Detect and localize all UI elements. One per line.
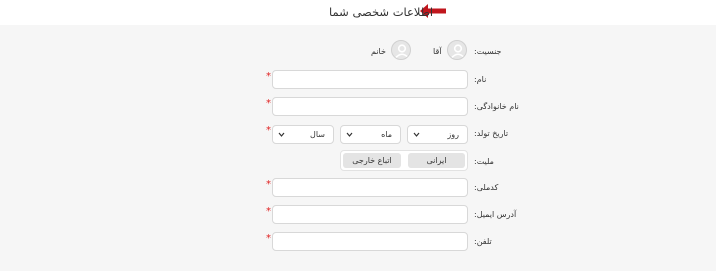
required-marker: *: [266, 98, 271, 109]
personal-info-form: جنسیت: آقا خانم نام: * نام خانوادگی: * ت…: [0, 25, 716, 271]
email-label: آدرس ایمیل:: [474, 210, 517, 219]
chevron-down-icon: [413, 132, 420, 137]
nationality-foreign-button[interactable]: اتباع خارجی: [343, 153, 401, 168]
birth-year-select[interactable]: سال: [272, 125, 334, 144]
nationality-iranian-button[interactable]: ایرانی: [408, 153, 465, 168]
gender-option-female[interactable]: خانم: [369, 40, 413, 62]
nationality-label: ملیت:: [474, 157, 494, 166]
required-marker: *: [266, 71, 271, 82]
last-name-label: نام خانوادگی:: [474, 102, 519, 111]
required-marker: *: [266, 125, 271, 136]
birth-day-select[interactable]: روز: [407, 125, 468, 144]
national-code-input[interactable]: [272, 178, 468, 197]
user-avatar-icon: [447, 40, 467, 60]
gender-option-male[interactable]: آقا: [430, 40, 472, 62]
chevron-down-icon: [278, 132, 285, 137]
birth-day-value: روز: [447, 130, 459, 139]
page-header: اطلاعات شخصی شما: [0, 0, 716, 25]
birth-month-select[interactable]: ماه: [340, 125, 401, 144]
phone-label: تلفن:: [474, 237, 492, 246]
chevron-down-icon: [346, 132, 353, 137]
birth-date-label: تاریخ تولد:: [474, 129, 509, 138]
first-name-input[interactable]: [272, 70, 468, 89]
page-title: اطلاعات شخصی شما: [329, 5, 434, 19]
national-code-label: کدملی:: [474, 183, 499, 192]
gender-label: جنسیت:: [474, 47, 502, 56]
phone-input[interactable]: [272, 232, 468, 251]
birth-year-value: سال: [310, 130, 325, 139]
gender-option-label: آقا: [433, 47, 442, 56]
email-input[interactable]: [272, 205, 468, 224]
birth-month-value: ماه: [381, 130, 392, 139]
nationality-toggle: ایرانی اتباع خارجی: [340, 150, 468, 171]
required-marker: *: [266, 233, 271, 244]
required-marker: *: [266, 206, 271, 217]
required-marker: *: [266, 179, 271, 190]
user-avatar-icon: [391, 40, 411, 60]
last-name-input[interactable]: [272, 97, 468, 116]
first-name-label: نام:: [474, 75, 487, 84]
gender-option-label: خانم: [371, 47, 386, 56]
